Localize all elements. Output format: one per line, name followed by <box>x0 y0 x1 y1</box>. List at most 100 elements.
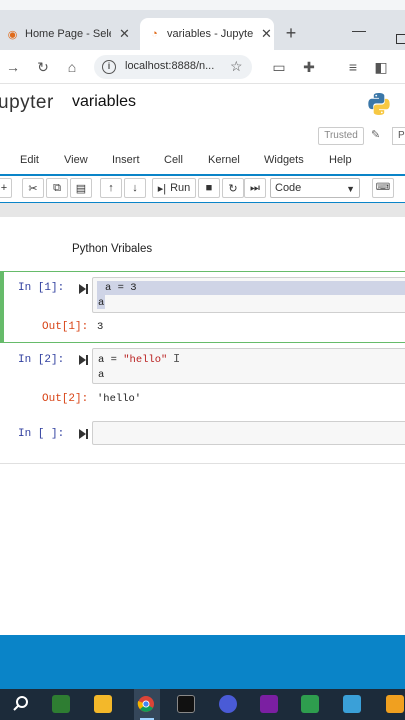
output-value: 3 <box>97 321 104 333</box>
notebook-container-border <box>0 203 405 217</box>
notebook-toolbar: + ✂ ⧉ ▤ ↑ ↓ ▸| Run ■ ↻ ⏭ Code ▼ ⌨ <box>0 176 405 202</box>
web-icon: ◉ <box>7 28 18 41</box>
menu-cell[interactable]: Cell <box>164 154 183 166</box>
copy-icon: ⧉ <box>53 181 61 194</box>
url-field[interactable]: i localhost:8888/n... ☆ <box>94 55 252 79</box>
site-info-icon[interactable]: i <box>102 60 116 74</box>
menu-kernel[interactable]: Kernel <box>208 154 240 166</box>
tray-app-icon[interactable] <box>386 695 404 713</box>
chevron-down-icon: ▼ <box>346 184 355 194</box>
camera-icon[interactable] <box>343 695 361 713</box>
excel-icon[interactable] <box>52 695 70 713</box>
run-cell-icon[interactable] <box>79 429 88 439</box>
cut-button[interactable]: ✂ <box>22 178 44 198</box>
code-line: a = "hello" <box>98 354 168 366</box>
tab-label: variables - Jupyter <box>167 28 253 40</box>
plus-icon: + <box>0 182 8 194</box>
code-cell-2[interactable]: In [2]: a = "hello" a I Out[2]: 'hello' <box>0 348 405 418</box>
output-prompt: Out[1]: <box>42 321 89 333</box>
notebook-status-row: Trusted ✎ P <box>0 124 405 148</box>
code-line: a = 3 <box>105 282 137 294</box>
menu-view[interactable]: View <box>64 154 88 166</box>
python-logo-icon <box>368 93 390 115</box>
copy-button[interactable]: ⧉ <box>46 178 68 198</box>
scissors-icon: ✂ <box>28 182 38 195</box>
install-app-icon[interactable]: ▭ <box>270 58 288 76</box>
browser-tab-variables[interactable]: ◔ variables - Jupyter ✕ <box>140 18 274 50</box>
arrow-up-icon: ↑ <box>108 182 114 194</box>
menu-insert[interactable]: Insert <box>112 154 140 166</box>
code-cell-3[interactable]: In [ ]: <box>0 421 405 447</box>
add-cell-button[interactable]: + <box>0 178 12 198</box>
text-cursor-icon: I <box>173 352 181 366</box>
file-explorer-icon[interactable] <box>94 695 112 713</box>
menu-help[interactable]: Help <box>329 154 352 166</box>
extensions-icon[interactable]: ✚ <box>300 58 318 76</box>
search-icon[interactable] <box>12 695 30 713</box>
run-cell-icon[interactable] <box>79 355 88 365</box>
terminal-icon[interactable] <box>177 695 195 713</box>
restart-button[interactable]: ↻ <box>222 178 244 198</box>
output-value: 'hello' <box>97 393 142 405</box>
kernel-indicator[interactable]: P <box>392 127 405 145</box>
app-icon[interactable] <box>219 695 237 713</box>
desktop-background <box>0 635 405 689</box>
menu-widgets[interactable]: Widgets <box>264 154 304 166</box>
pencil-icon[interactable]: ✎ <box>371 128 380 141</box>
address-bar: → ↻ ⌂ i localhost:8888/n... ☆ ▭ ✚ ≡ ◧ <box>0 50 405 84</box>
run-cell-icon[interactable] <box>79 284 88 294</box>
notebook-title[interactable]: variables <box>72 93 136 111</box>
notebook-area: Python Vribales In [1]: a = 3 a Out[1]: … <box>0 217 405 635</box>
jupyter-icon: ◔ <box>151 28 158 40</box>
arrow-down-icon: ↓ <box>132 182 138 194</box>
markdown-cell[interactable]: Python Vribales <box>72 243 152 255</box>
tab-label: Home Page - Select <box>25 28 111 40</box>
bookmark-star-icon[interactable]: ☆ <box>230 58 243 75</box>
text-selection <box>97 281 405 295</box>
jupyter-logo[interactable]: upyter <box>0 92 54 114</box>
taskbar <box>0 689 405 720</box>
code-editor[interactable] <box>92 421 405 445</box>
restart-run-all-button[interactable]: ⏭ <box>244 178 266 198</box>
new-tab-icon[interactable]: + <box>282 24 300 42</box>
menu-edit[interactable]: Edit <box>20 154 39 166</box>
cell-type-select[interactable]: Code ▼ <box>270 178 360 198</box>
home-icon[interactable]: ⌂ <box>63 58 81 76</box>
forward-icon[interactable]: → <box>4 58 22 76</box>
fast-forward-icon: ⏭ <box>250 181 260 194</box>
notebook-bottom-divider <box>0 463 405 464</box>
chat-icon[interactable] <box>301 695 319 713</box>
chrome-icon[interactable] <box>137 695 155 713</box>
code-line: a <box>98 297 105 309</box>
side-panel-icon[interactable]: ◧ <box>372 58 390 76</box>
command-palette-button[interactable]: ⌨ <box>372 178 394 198</box>
paste-button[interactable]: ▤ <box>70 178 92 198</box>
code-editor[interactable]: a = 3 a <box>92 277 405 313</box>
input-prompt: In [ ]: <box>18 428 65 440</box>
input-prompt: In [2]: <box>18 354 65 366</box>
reload-icon[interactable]: ↻ <box>34 58 52 76</box>
browser-tab-bar: ◉ Home Page - Select ✕ ◔ variables - Jup… <box>0 10 405 50</box>
close-icon[interactable]: ✕ <box>261 26 272 42</box>
move-down-button[interactable]: ↓ <box>124 178 146 198</box>
run-button[interactable]: ▸| Run <box>152 178 196 198</box>
minimize-icon[interactable]: — <box>352 22 366 38</box>
code-line: a <box>98 369 105 381</box>
window-top-strip <box>0 0 405 10</box>
stop-icon: ■ <box>205 182 213 194</box>
onenote-icon[interactable] <box>260 695 278 713</box>
browser-tab-home[interactable]: ◉ Home Page - Select ✕ <box>0 18 132 50</box>
input-prompt: In [1]: <box>18 282 65 294</box>
move-up-button[interactable]: ↑ <box>100 178 122 198</box>
menu-bar: Edit View Insert Cell Kernel Widgets Hel… <box>0 148 405 174</box>
interrupt-button[interactable]: ■ <box>198 178 220 198</box>
reading-list-icon[interactable]: ≡ <box>344 58 362 76</box>
code-cell-1[interactable]: In [1]: a = 3 a Out[1]: 3 <box>0 271 405 343</box>
code-editor[interactable]: a = "hello" a I <box>92 348 405 384</box>
restart-icon: ↻ <box>228 182 238 195</box>
maximize-icon[interactable] <box>396 34 405 44</box>
step-forward-icon: ▸| <box>157 182 167 195</box>
close-icon[interactable]: ✕ <box>119 26 130 42</box>
url-text: localhost:8888/n... <box>125 60 215 72</box>
trusted-indicator[interactable]: Trusted <box>318 127 364 145</box>
